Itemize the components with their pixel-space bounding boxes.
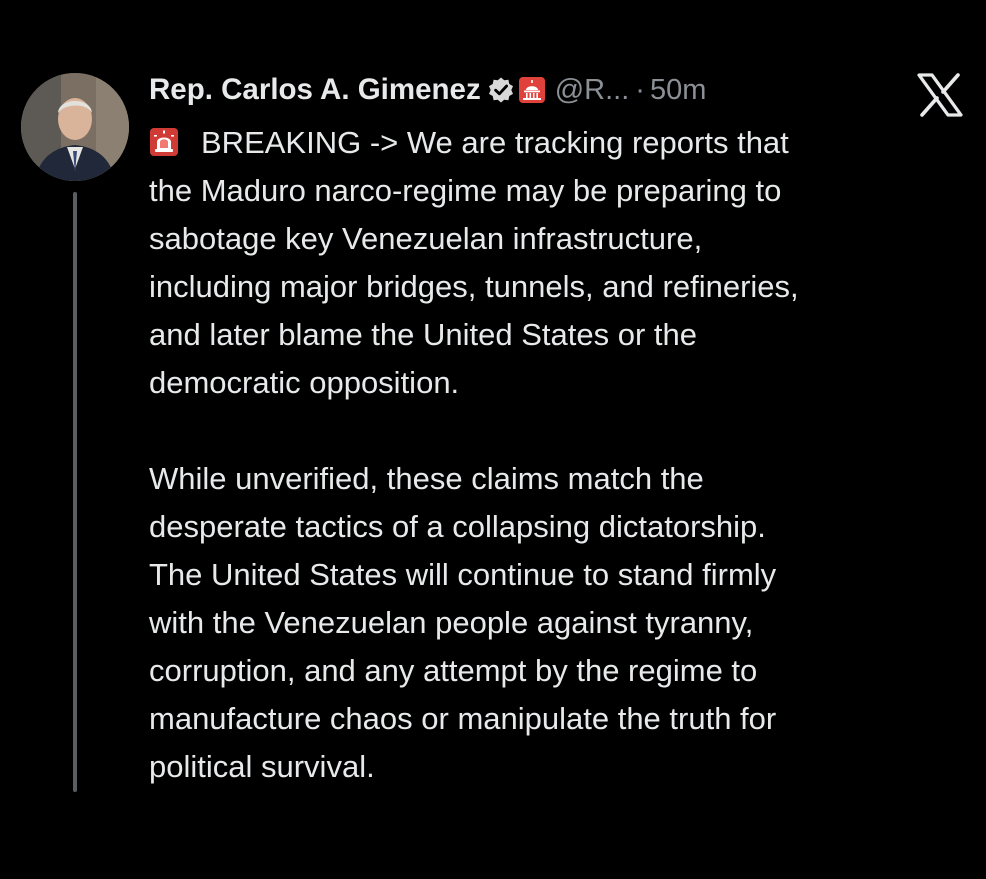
handle[interactable]: @R... [555,74,630,107]
text-line: with the Venezuelan people against tyran… [149,605,754,640]
separator-dot: · [635,73,645,106]
breaking-line: BREAKING -> We are tracking reports that [201,125,789,160]
text-line: BREAKING -> We are tracking reports that [149,119,949,167]
text-line: The United States will continue to stand… [149,557,777,592]
siren-icon [149,123,179,156]
avatar-photo [21,73,129,181]
text-line: manufacture chaos or manipulate the trut… [149,701,777,736]
text-line: corruption, and any attempt by the regim… [149,653,758,688]
text-line: the Maduro narco-regime may be preparing… [149,173,782,208]
text-line: and later blame the United States or the [149,317,697,352]
capitol-dome-icon[interactable] [518,76,546,104]
tweet-header: Rep. Carlos A. Gimenez @R... · 50m [149,68,706,112]
text-line: sabotage key Venezuelan infrastructure, [149,221,703,256]
thread-line [73,192,77,792]
text-line: While unverified, these claims match the [149,461,704,496]
text-line: desperate tactics of a collapsing dictat… [149,509,766,544]
text-line: political survival. [149,749,375,784]
timestamp[interactable]: 50m [650,74,706,107]
display-name[interactable]: Rep. Carlos A. Gimenez [149,73,481,107]
text-line: democratic opposition. [149,365,460,400]
avatar[interactable] [21,73,129,181]
tweet-body: BREAKING -> We are tracking reports that… [149,119,949,791]
text-line: including major bridges, tunnels, and re… [149,269,799,304]
tweet-card[interactable]: Rep. Carlos A. Gimenez @R... · 50m BREAK… [0,0,986,879]
x-logo-icon[interactable] [916,73,964,117]
verified-badge-icon[interactable] [487,76,515,104]
